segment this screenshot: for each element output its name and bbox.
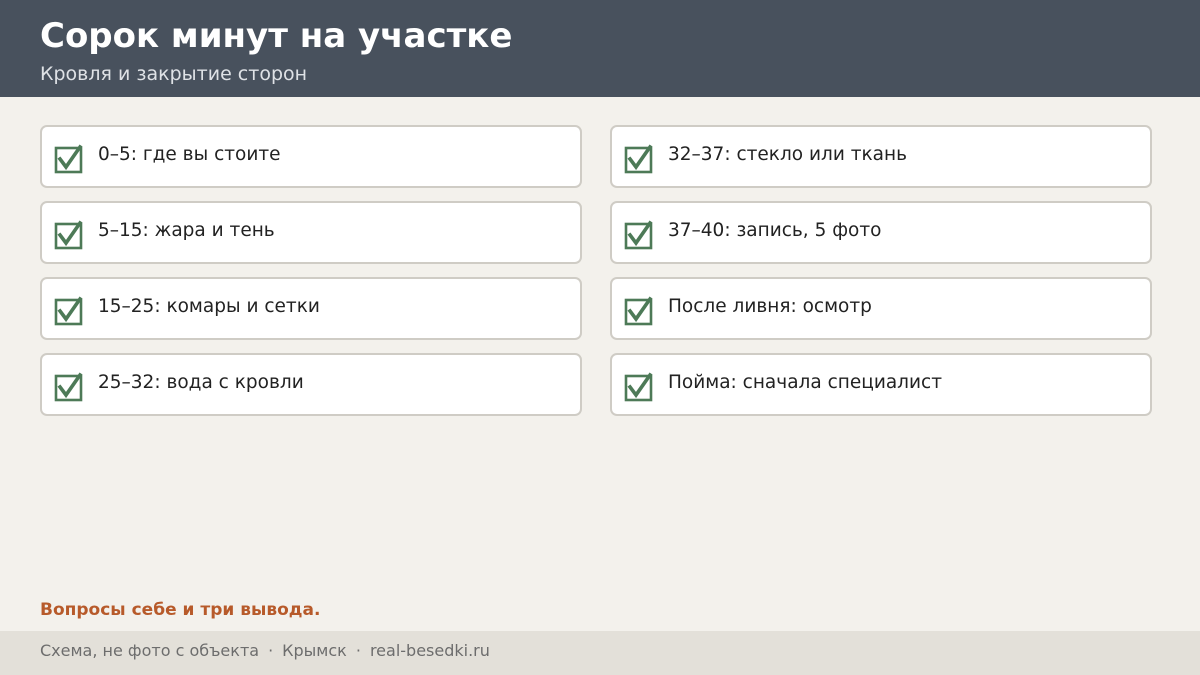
checklist-item-label: 32–37: стекло или ткань [668, 144, 908, 165]
checklist-item: Пойма: сначала специалист [610, 353, 1152, 416]
checklist-item: 25–32: вода с кровли [40, 353, 582, 416]
checklist-item: 32–37: стекло или ткань [610, 125, 1152, 188]
footer-separator: · [268, 641, 274, 660]
footer-text: Схема, не фото с объекта · Крымск · real-bes… [40, 640, 490, 662]
checklist-item-label: 15–25: комары и сетки [98, 296, 320, 317]
footer-website-link[interactable]: real-besedki.ru [370, 641, 490, 660]
checklist-item-label: 25–32: вода с кровли [98, 372, 304, 393]
header: Сорок минут на участке Кровля и закрытие… [0, 0, 1200, 97]
checked-checkbox-icon [624, 372, 653, 402]
checklist-item-label: Пойма: сначала специалист [668, 372, 942, 393]
checklist-item-label: 0–5: где вы стоите [98, 144, 281, 165]
checked-checkbox-icon [624, 296, 653, 326]
footer-location: Крымск [282, 641, 347, 660]
checked-checkbox-icon [54, 372, 83, 402]
footer-separator: · [355, 641, 361, 660]
page-subtitle: Кровля и закрытие сторон [40, 63, 308, 85]
checklist-item-label: 37–40: запись, 5 фото [668, 220, 882, 241]
checklist-item: 15–25: комары и сетки [40, 277, 582, 340]
checklist-item: 5–15: жара и тень [40, 201, 582, 264]
checklist-item-label: 5–15: жара и тень [98, 220, 275, 241]
checked-checkbox-icon [624, 144, 653, 174]
checklist-item-label: После ливня: осмотр [668, 296, 872, 317]
bottom-note: Вопросы себе и три вывода. [40, 600, 321, 620]
footer: Схема, не фото с объекта · Крымск · real-bes… [0, 631, 1200, 675]
footer-disclaimer: Схема, не фото с объекта [40, 641, 260, 660]
page-title: Сорок минут на участке [40, 16, 513, 56]
checked-checkbox-icon [624, 220, 653, 250]
checklist-item: 37–40: запись, 5 фото [610, 201, 1152, 264]
checklist-item: После ливня: осмотр [610, 277, 1152, 340]
checked-checkbox-icon [54, 220, 83, 250]
checked-checkbox-icon [54, 144, 83, 174]
checklist-item: 0–5: где вы стоите [40, 125, 582, 188]
checked-checkbox-icon [54, 296, 83, 326]
